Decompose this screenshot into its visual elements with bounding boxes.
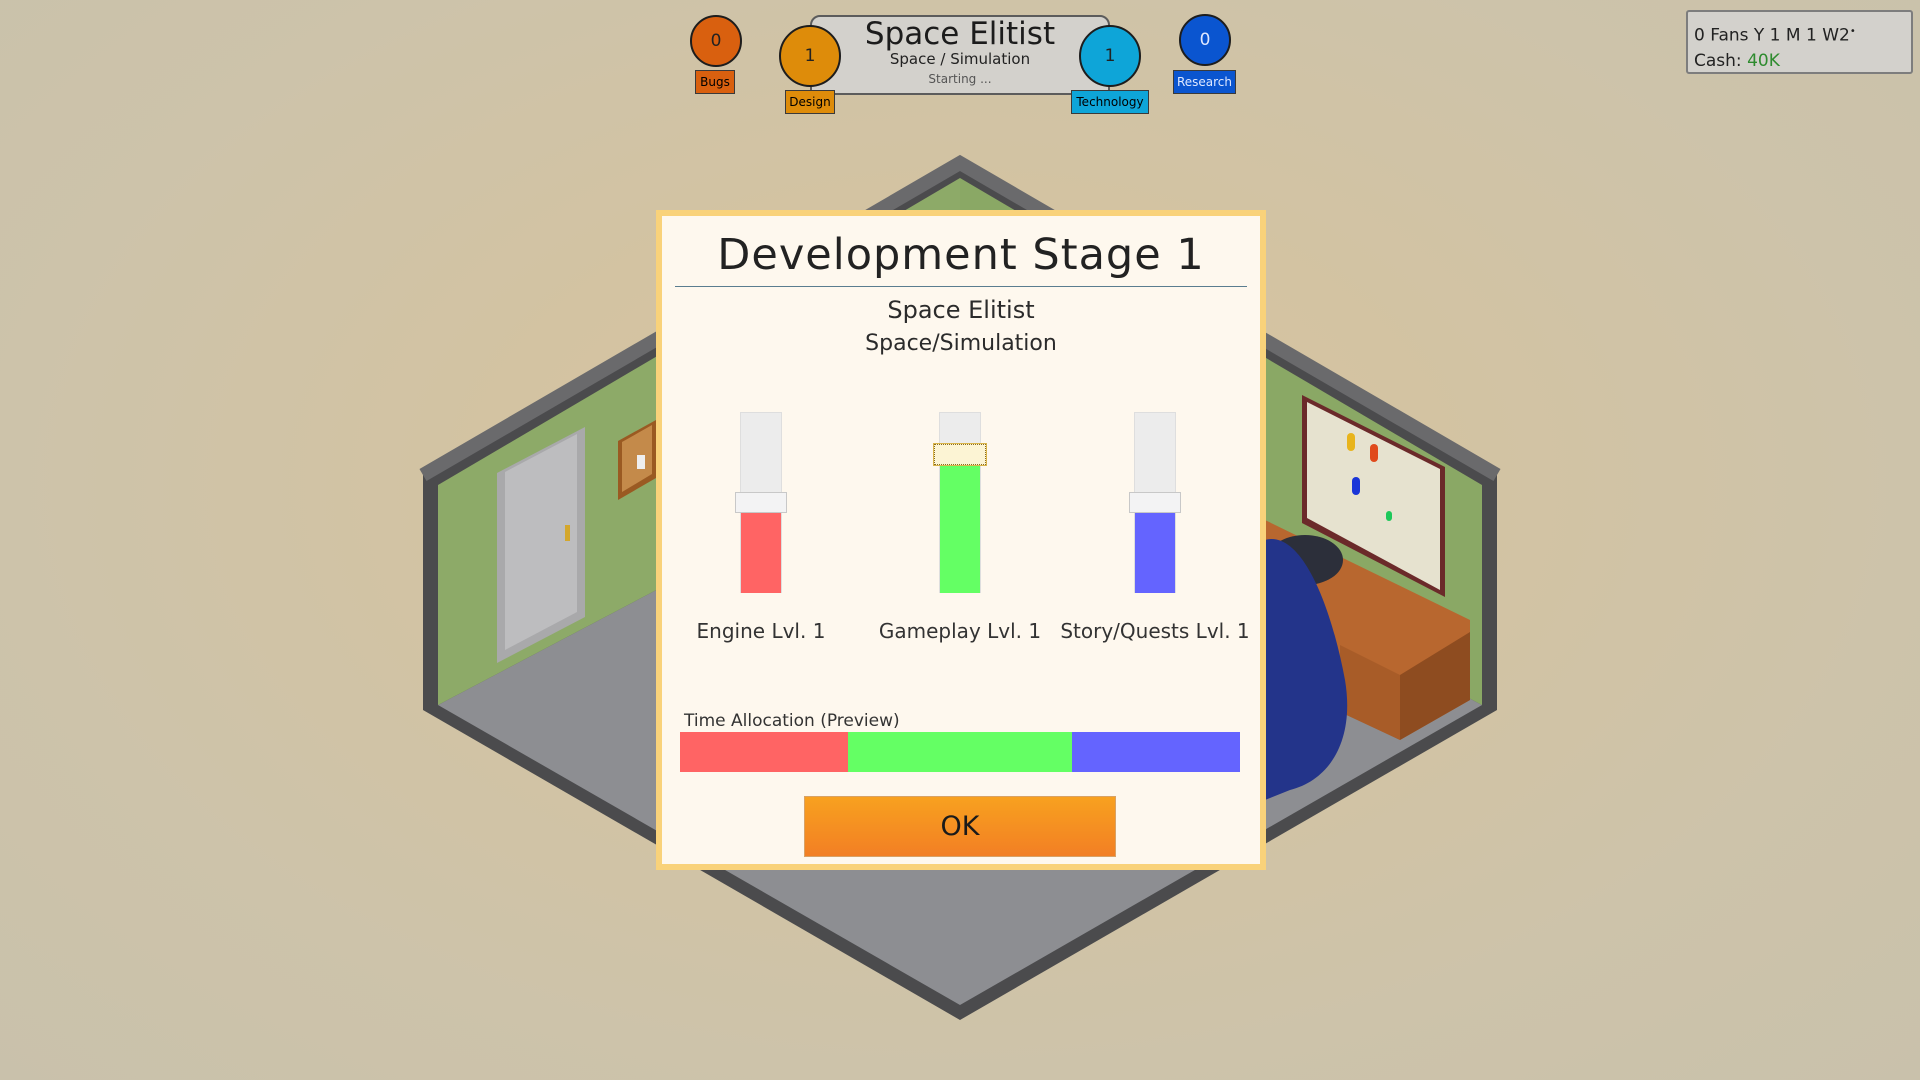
design-points-counter: 1 <box>779 25 841 87</box>
slider-thumb[interactable] <box>933 443 987 466</box>
allocation-segment-engine <box>680 732 848 772</box>
story-quests-slider-label: Story/Quests Lvl. 1 <box>1060 619 1250 643</box>
allocation-segment-gameplay <box>848 732 1072 772</box>
game-status: Starting ... <box>928 72 992 86</box>
design-label: Design <box>785 90 835 114</box>
allocation-segment-story-quests <box>1072 732 1240 772</box>
development-stage-dialog: Development Stage 1 Space Elitist Space/… <box>656 210 1266 870</box>
cash-label: Cash: <box>1694 50 1748 71</box>
status-info-panel[interactable]: 0 Fans Y 1 M 1 W2• Cash: 40K <box>1686 10 1913 74</box>
technology-label: Technology <box>1071 90 1149 114</box>
slider-thumb[interactable] <box>735 492 787 513</box>
game-genre: Space / Simulation <box>889 50 1031 68</box>
slider-fill <box>940 465 980 593</box>
story-quests-slider[interactable] <box>1129 412 1181 593</box>
dialog-game-name: Space Elitist <box>887 296 1035 324</box>
dialog-title: Development Stage 1 <box>717 230 1205 280</box>
engine-slider[interactable] <box>735 412 787 593</box>
game-title: Space Elitist <box>864 16 1056 52</box>
title-divider <box>675 286 1247 287</box>
week-marker: • <box>1849 26 1856 37</box>
bugs-counter: 0 <box>690 15 742 67</box>
slider-thumb[interactable] <box>1129 492 1181 513</box>
slider-fill <box>1135 513 1175 593</box>
ok-button[interactable]: OK <box>804 796 1116 857</box>
slider-fill <box>741 513 781 593</box>
fans-date-text: 0 Fans Y 1 M 1 W2 <box>1694 25 1850 46</box>
fans-date-line: 0 Fans Y 1 M 1 W2• <box>1694 19 1911 49</box>
cash-value: 40K <box>1747 50 1780 71</box>
dialog-game-genre: Space/Simulation <box>865 331 1057 356</box>
cash-line: Cash: 40K <box>1694 49 1911 74</box>
research-label: Research <box>1173 70 1236 94</box>
gameplay-slider-label: Gameplay Lvl. 1 <box>878 619 1042 643</box>
research-points-counter: 0 <box>1179 14 1231 66</box>
gameplay-slider[interactable] <box>933 412 987 593</box>
time-allocation-label: Time Allocation (Preview) <box>684 711 900 731</box>
technology-points-counter: 1 <box>1079 25 1141 87</box>
bugs-label: Bugs <box>695 70 735 94</box>
time-allocation-bar <box>680 732 1240 772</box>
engine-slider-label: Engine Lvl. 1 <box>696 619 826 643</box>
